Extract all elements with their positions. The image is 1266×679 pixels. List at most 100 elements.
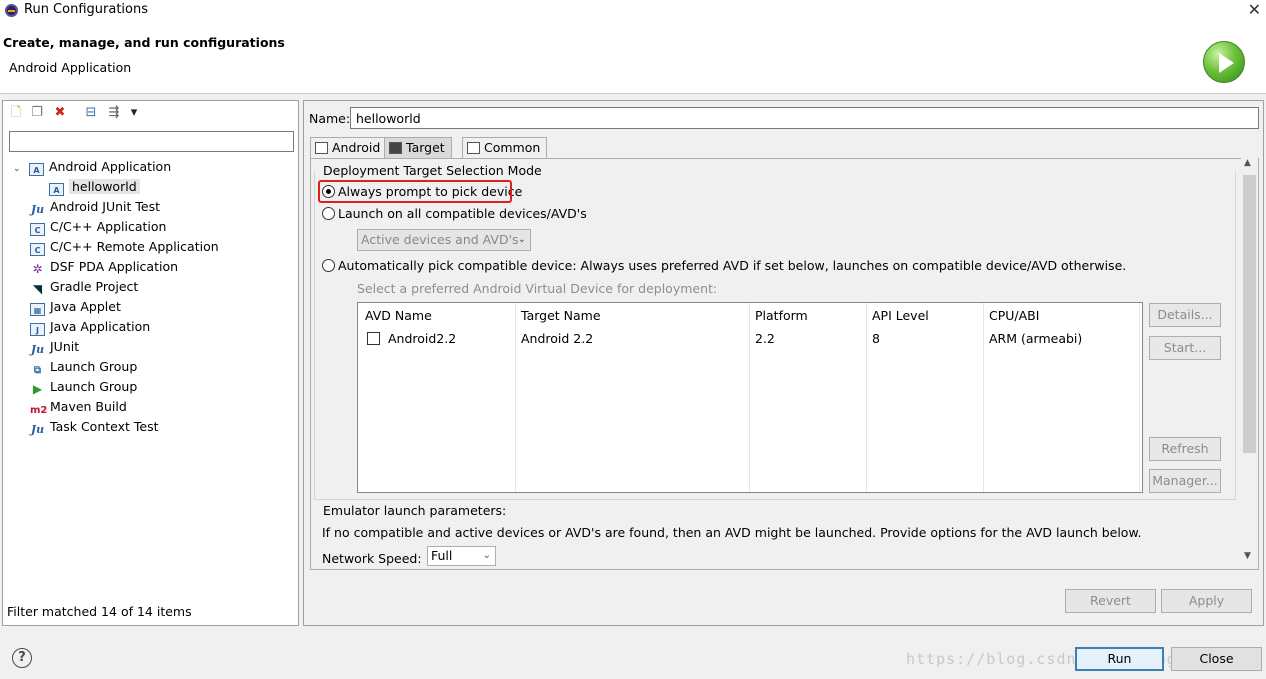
c-app-icon: C xyxy=(30,223,45,236)
highlight-box xyxy=(318,180,512,203)
avd-hint: Select a preferred Android Virtual Devic… xyxy=(357,281,718,296)
tree-item-gradle-project[interactable]: ◥ Gradle Project xyxy=(30,278,138,296)
tab-label: Android xyxy=(332,140,381,155)
delete-icon[interactable]: ✖ xyxy=(52,105,68,121)
vertical-scrollbar[interactable]: ▲ ▼ xyxy=(1241,158,1258,566)
dropdown-icon[interactable]: ▾ xyxy=(126,105,142,121)
tree-item-helloworld[interactable]: Ahelloworld xyxy=(49,178,140,196)
radio-label: Launch on all compatible devices/AVD's xyxy=(338,206,587,221)
window-title: Run Configurations xyxy=(24,2,148,17)
cell-avd-name: Android2.2 xyxy=(388,331,457,346)
tab-common[interactable]: Common xyxy=(462,137,548,158)
tree-item-maven-build[interactable]: m2 Maven Build xyxy=(30,398,127,416)
tree-item-junit[interactable]: Ju JUnit xyxy=(30,338,79,356)
android-app-icon: A xyxy=(28,163,44,176)
tree-item-java-applet[interactable]: ▦ Java Applet xyxy=(30,298,121,316)
run-banner-icon xyxy=(1203,41,1245,83)
apply-button[interactable]: Apply xyxy=(1161,589,1252,613)
new-config-icon[interactable]: 🗋 xyxy=(8,105,24,121)
run-button[interactable]: Run xyxy=(1075,647,1164,671)
cell-target-name: Android 2.2 xyxy=(521,331,594,346)
cell-cpu-abi: ARM (armeabi) xyxy=(989,331,1083,346)
tree-item-label: Gradle Project xyxy=(50,279,139,294)
combo-value: Active devices and AVD's xyxy=(361,232,519,247)
avd-checkbox[interactable] xyxy=(367,332,380,345)
header-subtitle: Android Application xyxy=(9,60,132,75)
tree-item-launch-group-2[interactable]: ▶ Launch Group xyxy=(30,378,137,396)
title-bar: Run Configurations ✕ xyxy=(0,0,1266,22)
close-icon[interactable]: ✕ xyxy=(1248,0,1261,19)
radio-launch-all[interactable]: Launch on all compatible devices/AVD's xyxy=(322,205,587,223)
column-header-platform[interactable]: Platform xyxy=(755,308,808,323)
column-header-target-name[interactable]: Target Name xyxy=(521,308,601,323)
radio-auto-pick[interactable]: Automatically pick compatible device: Al… xyxy=(322,257,1126,275)
c-app-icon: C xyxy=(30,243,45,256)
tree-item-label: Maven Build xyxy=(50,399,127,414)
config-type-panel: 🗋 ❐ ✖ ⊟ ⇶ ▾ ⌄ A Android Application Ahell… xyxy=(2,100,299,626)
cell-platform: 2.2 xyxy=(755,331,775,346)
tree-item-cpp-application[interactable]: C C/C++ Application xyxy=(30,218,166,236)
scroll-down-icon[interactable]: ▼ xyxy=(1244,551,1251,561)
tree-item-label: helloworld xyxy=(69,179,140,194)
tree-item-cpp-remote-application[interactable]: C C/C++ Remote Application xyxy=(30,238,219,256)
tab-label: Common xyxy=(484,140,541,155)
filter-icon[interactable]: ⇶ xyxy=(106,105,122,121)
help-icon[interactable]: ? xyxy=(12,648,32,668)
filter-input[interactable] xyxy=(9,131,294,152)
name-input[interactable] xyxy=(350,107,1259,129)
network-speed-combo[interactable]: Full ⌄ xyxy=(427,546,496,566)
dialog-header: Create, manage, and run configurations A… xyxy=(0,22,1266,94)
emulator-group-title: Emulator launch parameters: xyxy=(323,503,507,518)
cell-api-level: 8 xyxy=(872,331,880,346)
tree-item-label: Java Applet xyxy=(50,299,121,314)
refresh-button[interactable]: Refresh xyxy=(1149,437,1221,461)
revert-button[interactable]: Revert xyxy=(1065,589,1156,613)
column-separator xyxy=(866,303,867,492)
android-tab-icon xyxy=(315,142,328,154)
column-separator xyxy=(515,303,516,492)
common-tab-icon xyxy=(467,142,480,154)
name-label: Name: xyxy=(309,111,351,126)
details-button[interactable]: Details... xyxy=(1149,303,1221,327)
table-row[interactable]: Android2.2 xyxy=(367,331,456,346)
tree-item-label: Java Application xyxy=(50,319,151,334)
collapse-all-icon[interactable]: ⊟ xyxy=(83,105,99,121)
tree-item-label: JUnit xyxy=(50,339,80,354)
scroll-thumb[interactable] xyxy=(1243,175,1256,453)
manager-button[interactable]: Manager... xyxy=(1149,469,1221,493)
tree-item-android-junit-test[interactable]: Ju Android JUnit Test xyxy=(30,198,160,216)
active-devices-combo[interactable]: Active devices and AVD's ⌄ xyxy=(357,229,531,251)
avd-table[interactable]: AVD Name Target Name Platform API Level … xyxy=(357,302,1143,493)
duplicate-icon[interactable]: ❐ xyxy=(29,105,45,121)
expand-arrow-icon[interactable]: ⌄ xyxy=(13,160,25,178)
tree-item-android-application[interactable]: ⌄ A Android Application xyxy=(13,158,171,176)
filter-status: Filter matched 14 of 14 items xyxy=(7,604,192,619)
android-app-icon: A xyxy=(49,183,64,196)
close-button[interactable]: Close xyxy=(1171,647,1262,671)
tab-target[interactable]: Target xyxy=(384,137,452,158)
radio-circle[interactable] xyxy=(322,207,335,220)
emulator-description: If no compatible and active devices or A… xyxy=(322,525,1142,540)
tree-item-label: DSF PDA Application xyxy=(50,259,179,274)
java-app-icon: J xyxy=(30,323,45,336)
chevron-down-icon: ⌄ xyxy=(517,234,526,245)
tree-item-launch-group[interactable]: ⧉ Launch Group xyxy=(30,358,137,376)
combo-value: Full xyxy=(431,548,453,563)
maven-icon: m2 xyxy=(30,405,48,416)
gradle-icon: ◥ xyxy=(32,282,43,296)
tree-item-java-application[interactable]: J Java Application xyxy=(30,318,150,336)
scroll-up-icon[interactable]: ▲ xyxy=(1244,158,1251,168)
start-button[interactable]: Start... xyxy=(1149,336,1221,360)
column-header-cpu-abi[interactable]: CPU/ABI xyxy=(989,308,1039,323)
column-separator xyxy=(749,303,750,492)
column-header-avd-name[interactable]: AVD Name xyxy=(365,308,432,323)
chevron-down-icon: ⌄ xyxy=(482,550,491,561)
column-separator xyxy=(1139,303,1140,492)
tab-android[interactable]: Android xyxy=(310,137,388,158)
tree-item-label: Launch Group xyxy=(50,379,138,394)
tree-item-label: Android JUnit Test xyxy=(50,199,161,214)
tree-item-dsf-pda-application[interactable]: ✲ DSF PDA Application xyxy=(30,258,178,276)
tree-item-task-context-test[interactable]: Ju Task Context Test xyxy=(30,418,159,436)
radio-circle[interactable] xyxy=(322,259,335,272)
column-header-api-level[interactable]: API Level xyxy=(872,308,929,323)
